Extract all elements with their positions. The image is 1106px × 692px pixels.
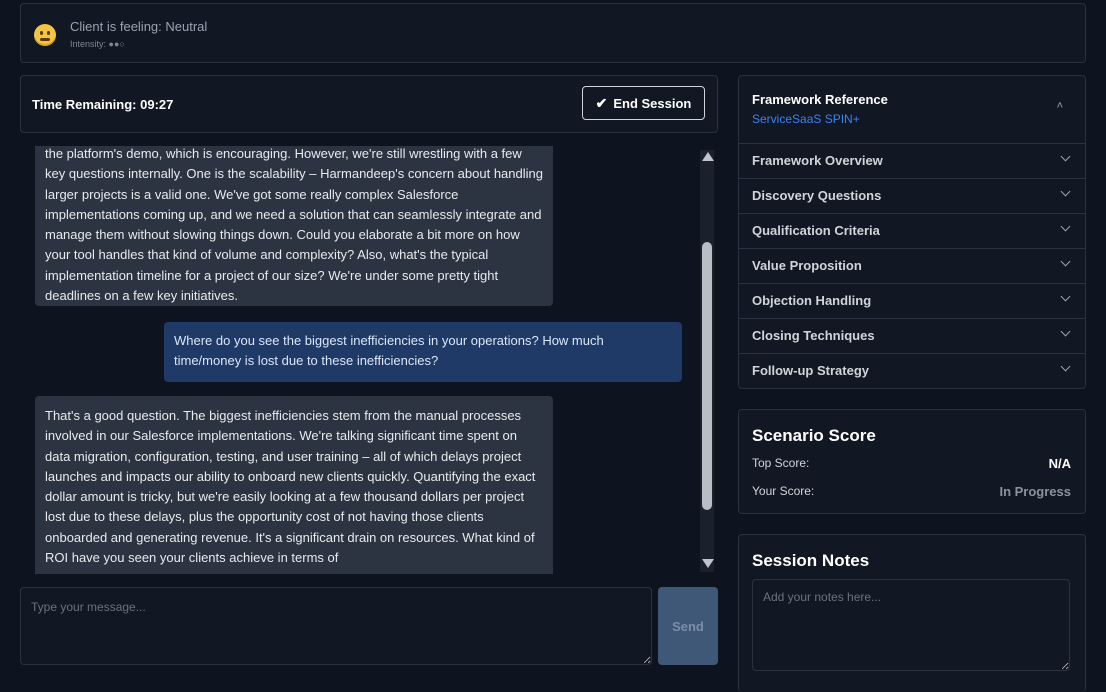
chevron-down-icon — [1060, 186, 1071, 197]
chevron-down-icon — [1060, 291, 1071, 302]
framework-title: Framework Reference — [752, 92, 888, 107]
message-input[interactable] — [20, 587, 652, 665]
chevron-down-icon — [1060, 361, 1071, 372]
chevron-down-icon — [1060, 326, 1071, 337]
scroll-down-arrow-icon[interactable] — [702, 559, 714, 568]
framework-item-label: Objection Handling — [752, 293, 872, 308]
client-message: That's a good question. The biggest inef… — [35, 396, 553, 574]
framework-subtitle: ServiceSaaS SPIN+ — [752, 112, 860, 126]
framework-item-label: Value Proposition — [752, 258, 862, 273]
end-session-button[interactable]: ✔ End Session — [582, 86, 705, 120]
chevron-down-icon — [1060, 151, 1071, 162]
scroll-up-arrow-icon[interactable] — [702, 152, 714, 161]
scenario-score-panel: Scenario Score Top Score: N/A Your Score… — [738, 409, 1086, 514]
mood-intensity: Intensity: ●●○ — [70, 39, 125, 49]
collapse-chevron-icon[interactable]: ˄ — [1057, 100, 1063, 112]
framework-item-label: Follow-up Strategy — [752, 363, 869, 378]
framework-reference-panel: Framework Reference ServiceSaaS SPIN+ ˄ … — [738, 75, 1086, 389]
framework-item-label: Qualification Criteria — [752, 223, 880, 238]
scenario-score-title: Scenario Score — [752, 426, 876, 445]
session-notes-input[interactable] — [752, 579, 1070, 671]
your-score-value: In Progress — [999, 484, 1071, 499]
framework-item-discovery[interactable]: Discovery Questions — [739, 178, 1085, 213]
framework-item-label: Discovery Questions — [752, 188, 882, 203]
chevron-down-icon — [1060, 256, 1071, 267]
chat-transcript[interactable]: the platform's demo, which is encouragin… — [20, 146, 718, 574]
top-score-row: Top Score: N/A — [752, 456, 1071, 471]
framework-header[interactable]: Framework Reference ServiceSaaS SPIN+ — [752, 92, 888, 126]
chevron-down-icon — [1060, 221, 1071, 232]
user-message: Where do you see the biggest inefficienc… — [164, 322, 682, 382]
session-notes-title: Session Notes — [752, 551, 870, 570]
scrollbar-thumb[interactable] — [702, 242, 712, 510]
framework-item-qualification[interactable]: Qualification Criteria — [739, 213, 1085, 248]
your-score-row: Your Score: In Progress — [752, 484, 1071, 499]
framework-item-label: Framework Overview — [752, 153, 883, 168]
framework-item-overview[interactable]: Framework Overview — [739, 143, 1085, 178]
client-mood-bar: Client is feeling: Neutral Intensity: ●●… — [20, 3, 1086, 63]
framework-item-closing[interactable]: Closing Techniques — [739, 318, 1085, 353]
top-score-label: Top Score: — [752, 456, 810, 470]
checkmark-icon: ✔ — [595, 94, 608, 111]
framework-item-label: Closing Techniques — [752, 328, 875, 343]
send-button[interactable]: Send — [658, 587, 718, 665]
your-score-label: Your Score: — [752, 484, 815, 498]
framework-item-objection[interactable]: Objection Handling — [739, 283, 1085, 318]
top-score-value: N/A — [1048, 456, 1071, 471]
neutral-face-icon — [34, 24, 56, 46]
client-message: the platform's demo, which is encouragin… — [35, 146, 553, 306]
framework-item-followup[interactable]: Follow-up Strategy — [739, 353, 1085, 388]
chat-scrollbar[interactable] — [700, 150, 714, 572]
session-header: Time Remaining: 09:27 ✔ End Session — [20, 75, 718, 133]
framework-item-value[interactable]: Value Proposition — [739, 248, 1085, 283]
time-remaining: Time Remaining: 09:27 — [32, 97, 174, 112]
session-notes-panel: Session Notes — [738, 534, 1086, 692]
client-mood-label: Client is feeling: Neutral — [70, 19, 208, 34]
end-session-label: End Session — [613, 95, 692, 111]
